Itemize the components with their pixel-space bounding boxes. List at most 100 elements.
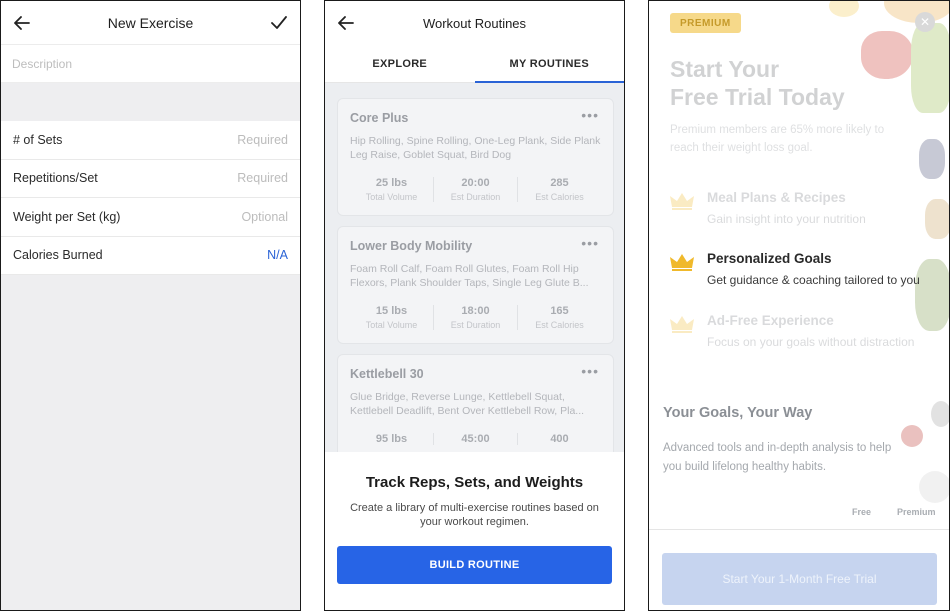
field-value: Required xyxy=(237,171,288,186)
stat-value: 25 lbs xyxy=(375,177,408,189)
stat-calories: 285 Est Calories xyxy=(517,177,601,202)
feature-title: Personalized Goals xyxy=(707,251,832,266)
close-icon[interactable]: ✕ xyxy=(915,12,935,32)
field-value: Required xyxy=(237,132,288,147)
feature-description: Get guidance & coaching tailored to you xyxy=(707,273,920,287)
stat-duration: 20:00 Est Duration xyxy=(433,177,517,202)
stat-label: Total Volume xyxy=(365,192,418,202)
feature-meal-plans: Meal Plans & Recipes Gain insight into y… xyxy=(669,190,949,226)
start-trial-button[interactable]: Start Your 1-Month Free Trial xyxy=(662,553,937,605)
premium-screen: PREMIUM ✕ Start Your Free Trial Today Pr… xyxy=(648,0,950,611)
stat-calories: 165 Est Calories xyxy=(517,305,601,330)
headline: Start Your Free Trial Today xyxy=(670,55,845,111)
more-options-icon[interactable]: ••• xyxy=(581,107,599,123)
page-title: New Exercise xyxy=(107,14,194,31)
berries-image xyxy=(919,139,945,179)
routine-exercises: Glue Bridge, Reverse Lunge, Kettlebell S… xyxy=(350,391,585,417)
stat-value: 18:00 xyxy=(461,305,490,317)
stat-value: 400 xyxy=(550,433,569,445)
stat-volume: 15 lbs Total Volume xyxy=(350,305,433,330)
feature-title: Ad-Free Experience xyxy=(707,313,834,328)
food-image xyxy=(829,1,859,17)
weight-field[interactable]: Weight per Set (kg) Optional xyxy=(1,198,300,237)
calories-field[interactable]: Calories Burned N/A xyxy=(1,237,300,275)
reps-field[interactable]: Repetitions/Set Required xyxy=(1,160,300,198)
goals-heading: Your Goals, Your Way xyxy=(663,405,813,421)
stat-value: 165 xyxy=(550,305,569,317)
empty-area xyxy=(1,275,300,610)
more-options-icon[interactable]: ••• xyxy=(581,235,599,251)
feature-title: Meal Plans & Recipes xyxy=(707,190,846,205)
routine-exercises: Hip Rolling, Spine Rolling, One-Leg Plan… xyxy=(350,135,601,161)
field-label: Repetitions/Set xyxy=(13,171,98,186)
routine-name: Lower Body Mobility xyxy=(350,239,473,253)
back-arrow-icon[interactable] xyxy=(335,12,357,34)
food-image xyxy=(931,401,949,427)
food-image xyxy=(911,23,949,113)
routine-card[interactable]: Lower Body Mobility ••• Foam Roll Calf, … xyxy=(337,226,614,344)
routine-stats: 15 lbs Total Volume 18:00 Est Duration 165… xyxy=(350,305,601,330)
field-label: # of Sets xyxy=(13,132,63,147)
crown-icon xyxy=(670,254,694,271)
stat-label: Est Duration xyxy=(450,192,501,202)
routine-stats: 25 lbs Total Volume 20:00 Est Duration 285… xyxy=(350,177,601,202)
crown-icon xyxy=(670,193,694,210)
routine-card[interactable]: Core Plus ••• Hip Rolling, Spine Rolling… xyxy=(337,98,614,216)
subtitle: Premium members are 65% more likely to r… xyxy=(670,124,885,154)
divider xyxy=(649,529,949,530)
stat-label: Est Calories xyxy=(535,192,584,202)
goals-description: Advanced tools and in-depth analysis to … xyxy=(663,442,892,473)
routine-name: Kettlebell 30 xyxy=(350,367,424,381)
stat-label: Total Volume xyxy=(365,320,418,330)
workout-routines-screen: Workout Routines EXPLORE MY ROUTINES Cor… xyxy=(324,0,625,611)
tab-my-routines[interactable]: MY ROUTINES xyxy=(474,45,625,83)
bottom-sheet: Track Reps, Sets, and Weights Create a l… xyxy=(325,452,624,610)
stat-label: Est Calories xyxy=(535,320,584,330)
field-label: Calories Burned xyxy=(13,248,103,263)
premium-badge: PREMIUM xyxy=(670,13,741,33)
checkmark-icon[interactable] xyxy=(268,12,290,34)
sheet-title: Track Reps, Sets, and Weights xyxy=(365,474,584,491)
premium-column-label: Premium xyxy=(897,507,936,517)
field-label: Weight per Set (kg) xyxy=(13,209,121,224)
tomato-image xyxy=(901,425,923,447)
headline-line-1: Start Your xyxy=(670,56,780,82)
feature-description: Focus on your goals without distraction xyxy=(707,335,915,349)
build-routine-button[interactable]: BUILD ROUTINE xyxy=(337,546,612,584)
section-divider xyxy=(1,83,300,121)
food-image xyxy=(919,471,949,503)
calories-link[interactable]: N/A xyxy=(267,248,288,262)
header: Workout Routines xyxy=(325,1,624,45)
stat-duration: 45:00 xyxy=(433,433,517,445)
page-title: Workout Routines xyxy=(422,15,527,31)
routine-stats: 95 lbs 45:00 400 xyxy=(350,433,601,445)
field-value: Optional xyxy=(241,209,288,224)
back-arrow-icon[interactable] xyxy=(11,12,33,34)
description-field[interactable]: Description xyxy=(1,45,300,83)
routine-name: Core Plus xyxy=(350,111,409,125)
sheet-description: Create a library of multi-exercise routi… xyxy=(350,502,599,528)
pepper-image xyxy=(861,31,913,79)
feature-personalized-goals: Personalized Goals Get guidance & coachi… xyxy=(669,251,949,287)
free-column-label: Free xyxy=(852,507,872,517)
sets-field[interactable]: # of Sets Required xyxy=(1,121,300,160)
stat-volume: 95 lbs xyxy=(350,433,433,445)
stat-duration: 18:00 Est Duration xyxy=(433,305,517,330)
stat-volume: 25 lbs Total Volume xyxy=(350,177,433,202)
tab-explore[interactable]: EXPLORE xyxy=(325,45,475,82)
feature-ad-free: Ad-Free Experience Focus on your goals w… xyxy=(669,313,949,349)
stat-value: 15 lbs xyxy=(375,305,408,317)
routine-exercises: Foam Roll Calf, Foam Roll Glutes, Foam R… xyxy=(350,263,589,289)
feature-description: Gain insight into your nutrition xyxy=(707,212,866,226)
stat-value: 285 xyxy=(550,177,569,189)
tab-bar: EXPLORE MY ROUTINES xyxy=(325,45,624,83)
crown-icon xyxy=(670,316,694,333)
headline-line-2: Free Trial Today xyxy=(670,84,845,110)
more-options-icon[interactable]: ••• xyxy=(581,363,599,379)
new-exercise-screen: New Exercise Description # of Sets Requi… xyxy=(0,0,301,611)
stat-label: Est Duration xyxy=(450,320,501,330)
stat-value: 20:00 xyxy=(461,177,490,189)
stat-calories: 400 xyxy=(517,433,601,445)
stat-value: 95 lbs xyxy=(375,433,408,445)
stat-value: 45:00 xyxy=(461,433,490,445)
